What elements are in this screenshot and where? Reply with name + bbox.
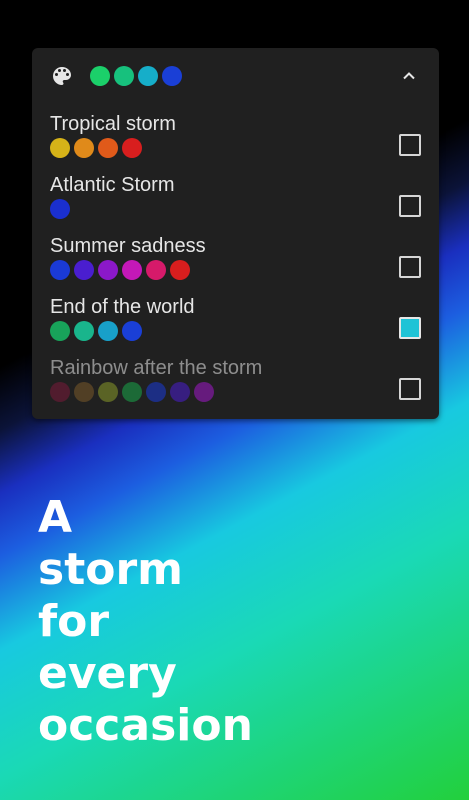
color-dot bbox=[98, 321, 118, 341]
color-dot bbox=[50, 321, 70, 341]
color-dot bbox=[50, 382, 70, 402]
storm-checkbox[interactable] bbox=[399, 134, 421, 156]
color-dot bbox=[146, 260, 166, 280]
headline-line: A bbox=[38, 492, 73, 543]
headline-line: occasion bbox=[38, 700, 253, 751]
color-dot bbox=[138, 66, 158, 86]
card-header[interactable] bbox=[32, 48, 439, 104]
color-dot bbox=[50, 138, 70, 158]
storm-color-dots bbox=[50, 199, 70, 219]
color-dot bbox=[170, 260, 190, 280]
headline-line: for bbox=[38, 596, 110, 647]
storm-color-dots bbox=[50, 260, 190, 280]
color-dot bbox=[90, 66, 110, 86]
storm-item-atlantic-storm[interactable]: Atlantic Storm bbox=[32, 171, 439, 232]
current-palette-dots bbox=[90, 66, 182, 86]
color-dot bbox=[194, 382, 214, 402]
storm-color-dots bbox=[50, 321, 142, 341]
color-dot bbox=[122, 382, 142, 402]
storm-item-label: Atlantic Storm bbox=[50, 174, 175, 196]
color-dot bbox=[74, 321, 94, 341]
color-dot bbox=[170, 382, 190, 402]
palette-icon bbox=[53, 67, 71, 85]
storm-item-end-of-the-world[interactable]: End of the world bbox=[32, 293, 439, 354]
color-dot bbox=[122, 138, 142, 158]
storm-item-summer-sadness[interactable]: Summer sadness bbox=[32, 232, 439, 293]
storm-color-dots bbox=[50, 138, 142, 158]
storm-item-label: Rainbow after the storm bbox=[50, 357, 263, 379]
chevron-up-icon[interactable] bbox=[399, 66, 419, 86]
color-dot bbox=[98, 260, 118, 280]
color-dot bbox=[74, 138, 94, 158]
color-dot bbox=[74, 382, 94, 402]
headline: A storm for every occasion bbox=[38, 492, 253, 752]
storm-item-tropical-storm[interactable]: Tropical storm bbox=[32, 110, 439, 171]
color-dot bbox=[74, 260, 94, 280]
color-dot bbox=[162, 66, 182, 86]
color-dot bbox=[98, 138, 118, 158]
color-dot bbox=[98, 382, 118, 402]
headline-line: storm bbox=[38, 544, 183, 595]
color-dot bbox=[50, 199, 70, 219]
storm-checkbox[interactable] bbox=[399, 378, 421, 400]
storm-item-label: Tropical storm bbox=[50, 113, 176, 135]
color-dot bbox=[146, 382, 166, 402]
headline-line: every bbox=[38, 648, 177, 699]
storm-picker-card: Tropical storm Atlantic Storm Summer sad… bbox=[32, 48, 439, 419]
storm-item-label: End of the world bbox=[50, 296, 195, 318]
color-dot bbox=[122, 260, 142, 280]
storm-item-label: Summer sadness bbox=[50, 235, 206, 257]
storm-color-dots bbox=[50, 382, 214, 402]
color-dot bbox=[122, 321, 142, 341]
color-dot bbox=[50, 260, 70, 280]
storm-checkbox[interactable] bbox=[399, 256, 421, 278]
color-dot bbox=[114, 66, 134, 86]
storm-checkbox[interactable] bbox=[399, 317, 421, 339]
storm-checkbox[interactable] bbox=[399, 195, 421, 217]
storm-item-rainbow-after-the-storm[interactable]: Rainbow after the storm bbox=[32, 354, 439, 415]
